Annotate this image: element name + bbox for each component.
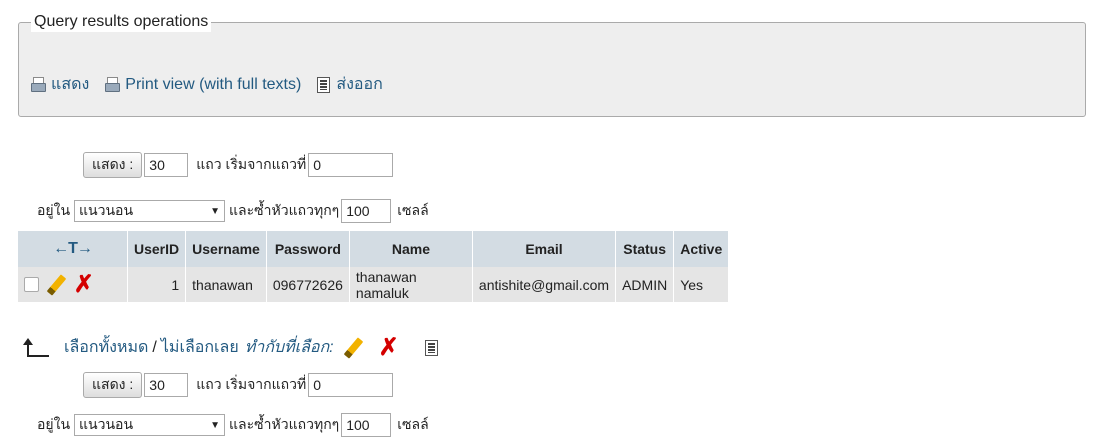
- operations-bar: แสดง Print view (with full texts) ส่งออก: [31, 72, 383, 97]
- table-cell: 096772626: [266, 267, 350, 302]
- export-icon[interactable]: [424, 339, 438, 356]
- table-cell: antishite@gmail.com: [472, 267, 617, 302]
- column-header[interactable]: Email: [472, 231, 617, 267]
- start-row-input[interactable]: 0: [308, 153, 394, 177]
- table-row: ✗ 1 thanawan 096772626 thanawan namaluk …: [18, 267, 730, 302]
- table-cell: ADMIN: [615, 267, 675, 302]
- table-cell: 1: [127, 267, 187, 302]
- print-view-label: Print view (with full texts): [125, 75, 302, 93]
- row-checkbox[interactable]: [24, 277, 39, 292]
- printer-icon: [31, 76, 46, 93]
- export-label: ส่งออก: [336, 76, 383, 93]
- column-arrows-header[interactable]: ←T→: [18, 231, 128, 267]
- chevron-down-icon: ▼: [210, 419, 221, 431]
- select-all-link[interactable]: เลือกทั้งหมด: [64, 335, 148, 360]
- selection-bar: เลือกทั้งหมด / ไม่เลือกเลย ทำกับที่เลือก…: [22, 335, 438, 360]
- rows-count-input[interactable]: 30: [144, 153, 189, 177]
- display-mode-value: แนวนอน: [79, 202, 134, 218]
- pencil-icon[interactable]: [46, 273, 67, 296]
- table-header-row: ←T→ UserID Username Password Name Email …: [18, 231, 730, 267]
- select-none-link[interactable]: ไม่เลือกเลย: [161, 335, 239, 360]
- rows-start-label: แถว เริ่มจากแถวที่: [196, 156, 307, 172]
- panel-legend: Query results operations: [31, 12, 212, 32]
- column-toggle-icon[interactable]: ←T→: [53, 240, 93, 257]
- display-mode-label: อยู่ใน: [37, 416, 71, 432]
- cells-label: เซลล์: [397, 202, 429, 218]
- display-mode-value: แนวนอน: [79, 416, 134, 432]
- printer-icon: [105, 76, 121, 93]
- rows-start-label: แถว เริ่มจากแถวที่: [196, 376, 307, 392]
- start-row-input[interactable]: 0: [308, 373, 394, 397]
- repeat-headers-input[interactable]: 100: [341, 413, 392, 437]
- column-header[interactable]: UserID: [127, 231, 187, 267]
- arrow-up-icon: [22, 337, 50, 358]
- delete-icon[interactable]: ✗: [379, 335, 399, 360]
- with-selected-label: ทำกับที่เลือก:: [244, 339, 334, 356]
- results-table: ←T→ UserID Username Password Name Email …: [18, 231, 730, 302]
- chevron-down-icon: ▼: [210, 205, 221, 217]
- row-actions-cell: ✗: [18, 267, 128, 302]
- column-header[interactable]: Username: [185, 231, 267, 267]
- show-link-label: แสดง: [51, 76, 90, 93]
- print-view-link[interactable]: Print view (with full texts): [105, 76, 301, 94]
- selection-separator: /: [152, 338, 157, 356]
- display-mode-select[interactable]: แนวนอน ▼: [74, 414, 226, 436]
- display-mode-select[interactable]: แนวนอน ▼: [74, 200, 226, 222]
- show-rows-button[interactable]: แสดง :: [83, 152, 143, 178]
- export-icon: [317, 76, 331, 93]
- rows-count-input[interactable]: 30: [144, 373, 189, 397]
- column-header[interactable]: Active: [673, 231, 730, 267]
- repeat-headers-label: และซ้ำหัวแถวทุกๆ: [229, 202, 340, 218]
- column-header[interactable]: Name: [349, 231, 473, 267]
- show-link[interactable]: แสดง: [31, 72, 89, 97]
- repeat-headers-label: และซ้ำหัวแถวทุกๆ: [229, 416, 340, 432]
- pencil-icon[interactable]: [343, 336, 363, 359]
- export-link[interactable]: ส่งออก: [317, 72, 383, 97]
- table-cell: thanawan: [185, 267, 267, 302]
- cells-label: เซลล์: [397, 416, 429, 432]
- table-cell: Yes: [673, 267, 730, 302]
- column-header[interactable]: Status: [615, 231, 675, 267]
- display-mode-label: อยู่ใน: [37, 202, 71, 218]
- column-header[interactable]: Password: [266, 231, 350, 267]
- repeat-headers-input[interactable]: 100: [341, 199, 392, 223]
- query-results-operations-panel: Query results operations แสดง Print view…: [18, 12, 1086, 117]
- delete-icon[interactable]: ✗: [74, 271, 94, 298]
- table-cell: thanawan namaluk: [349, 267, 473, 302]
- show-rows-button[interactable]: แสดง :: [83, 372, 143, 398]
